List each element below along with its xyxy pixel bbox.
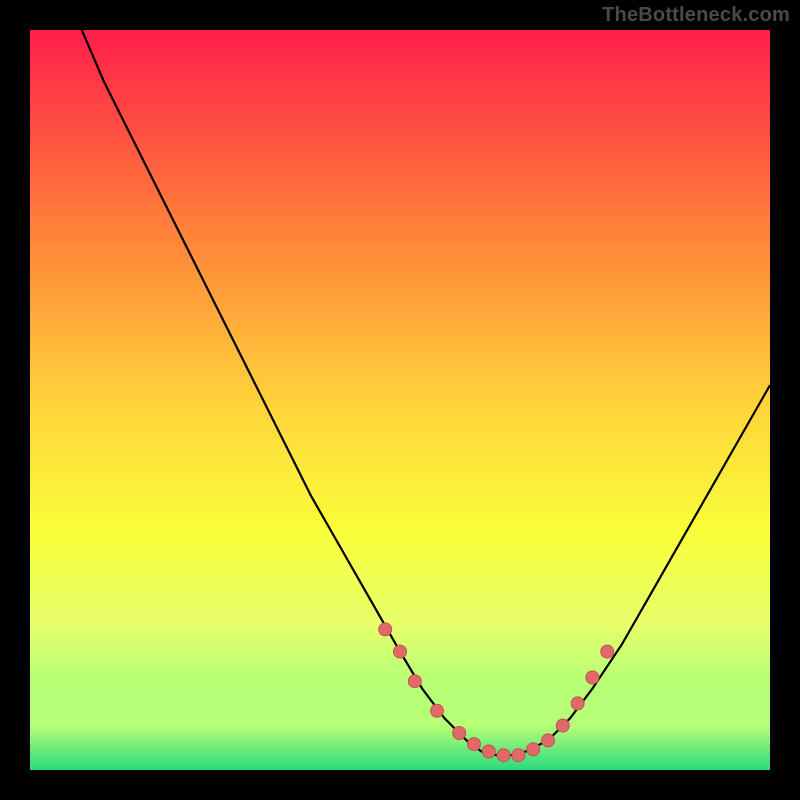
highlight-dot — [542, 734, 555, 747]
watermark-text: TheBottleneck.com — [602, 4, 790, 27]
highlight-dot — [379, 623, 392, 636]
highlight-dot — [497, 749, 510, 762]
gradient-panel — [30, 30, 770, 770]
highlight-dot — [527, 743, 540, 756]
chart-stage: TheBottleneck.com — [0, 0, 800, 800]
highlight-dot — [586, 671, 599, 684]
highlight-dot — [512, 749, 525, 762]
highlight-dot — [453, 727, 466, 740]
bottleneck-chart — [0, 0, 800, 800]
highlight-dot — [431, 704, 444, 717]
highlight-dot — [394, 645, 407, 658]
highlight-dot — [482, 745, 495, 758]
highlight-dot — [556, 719, 569, 732]
highlight-dot — [601, 645, 614, 658]
highlight-dot — [571, 697, 584, 710]
highlight-dot — [408, 675, 421, 688]
highlight-dot — [468, 738, 481, 751]
